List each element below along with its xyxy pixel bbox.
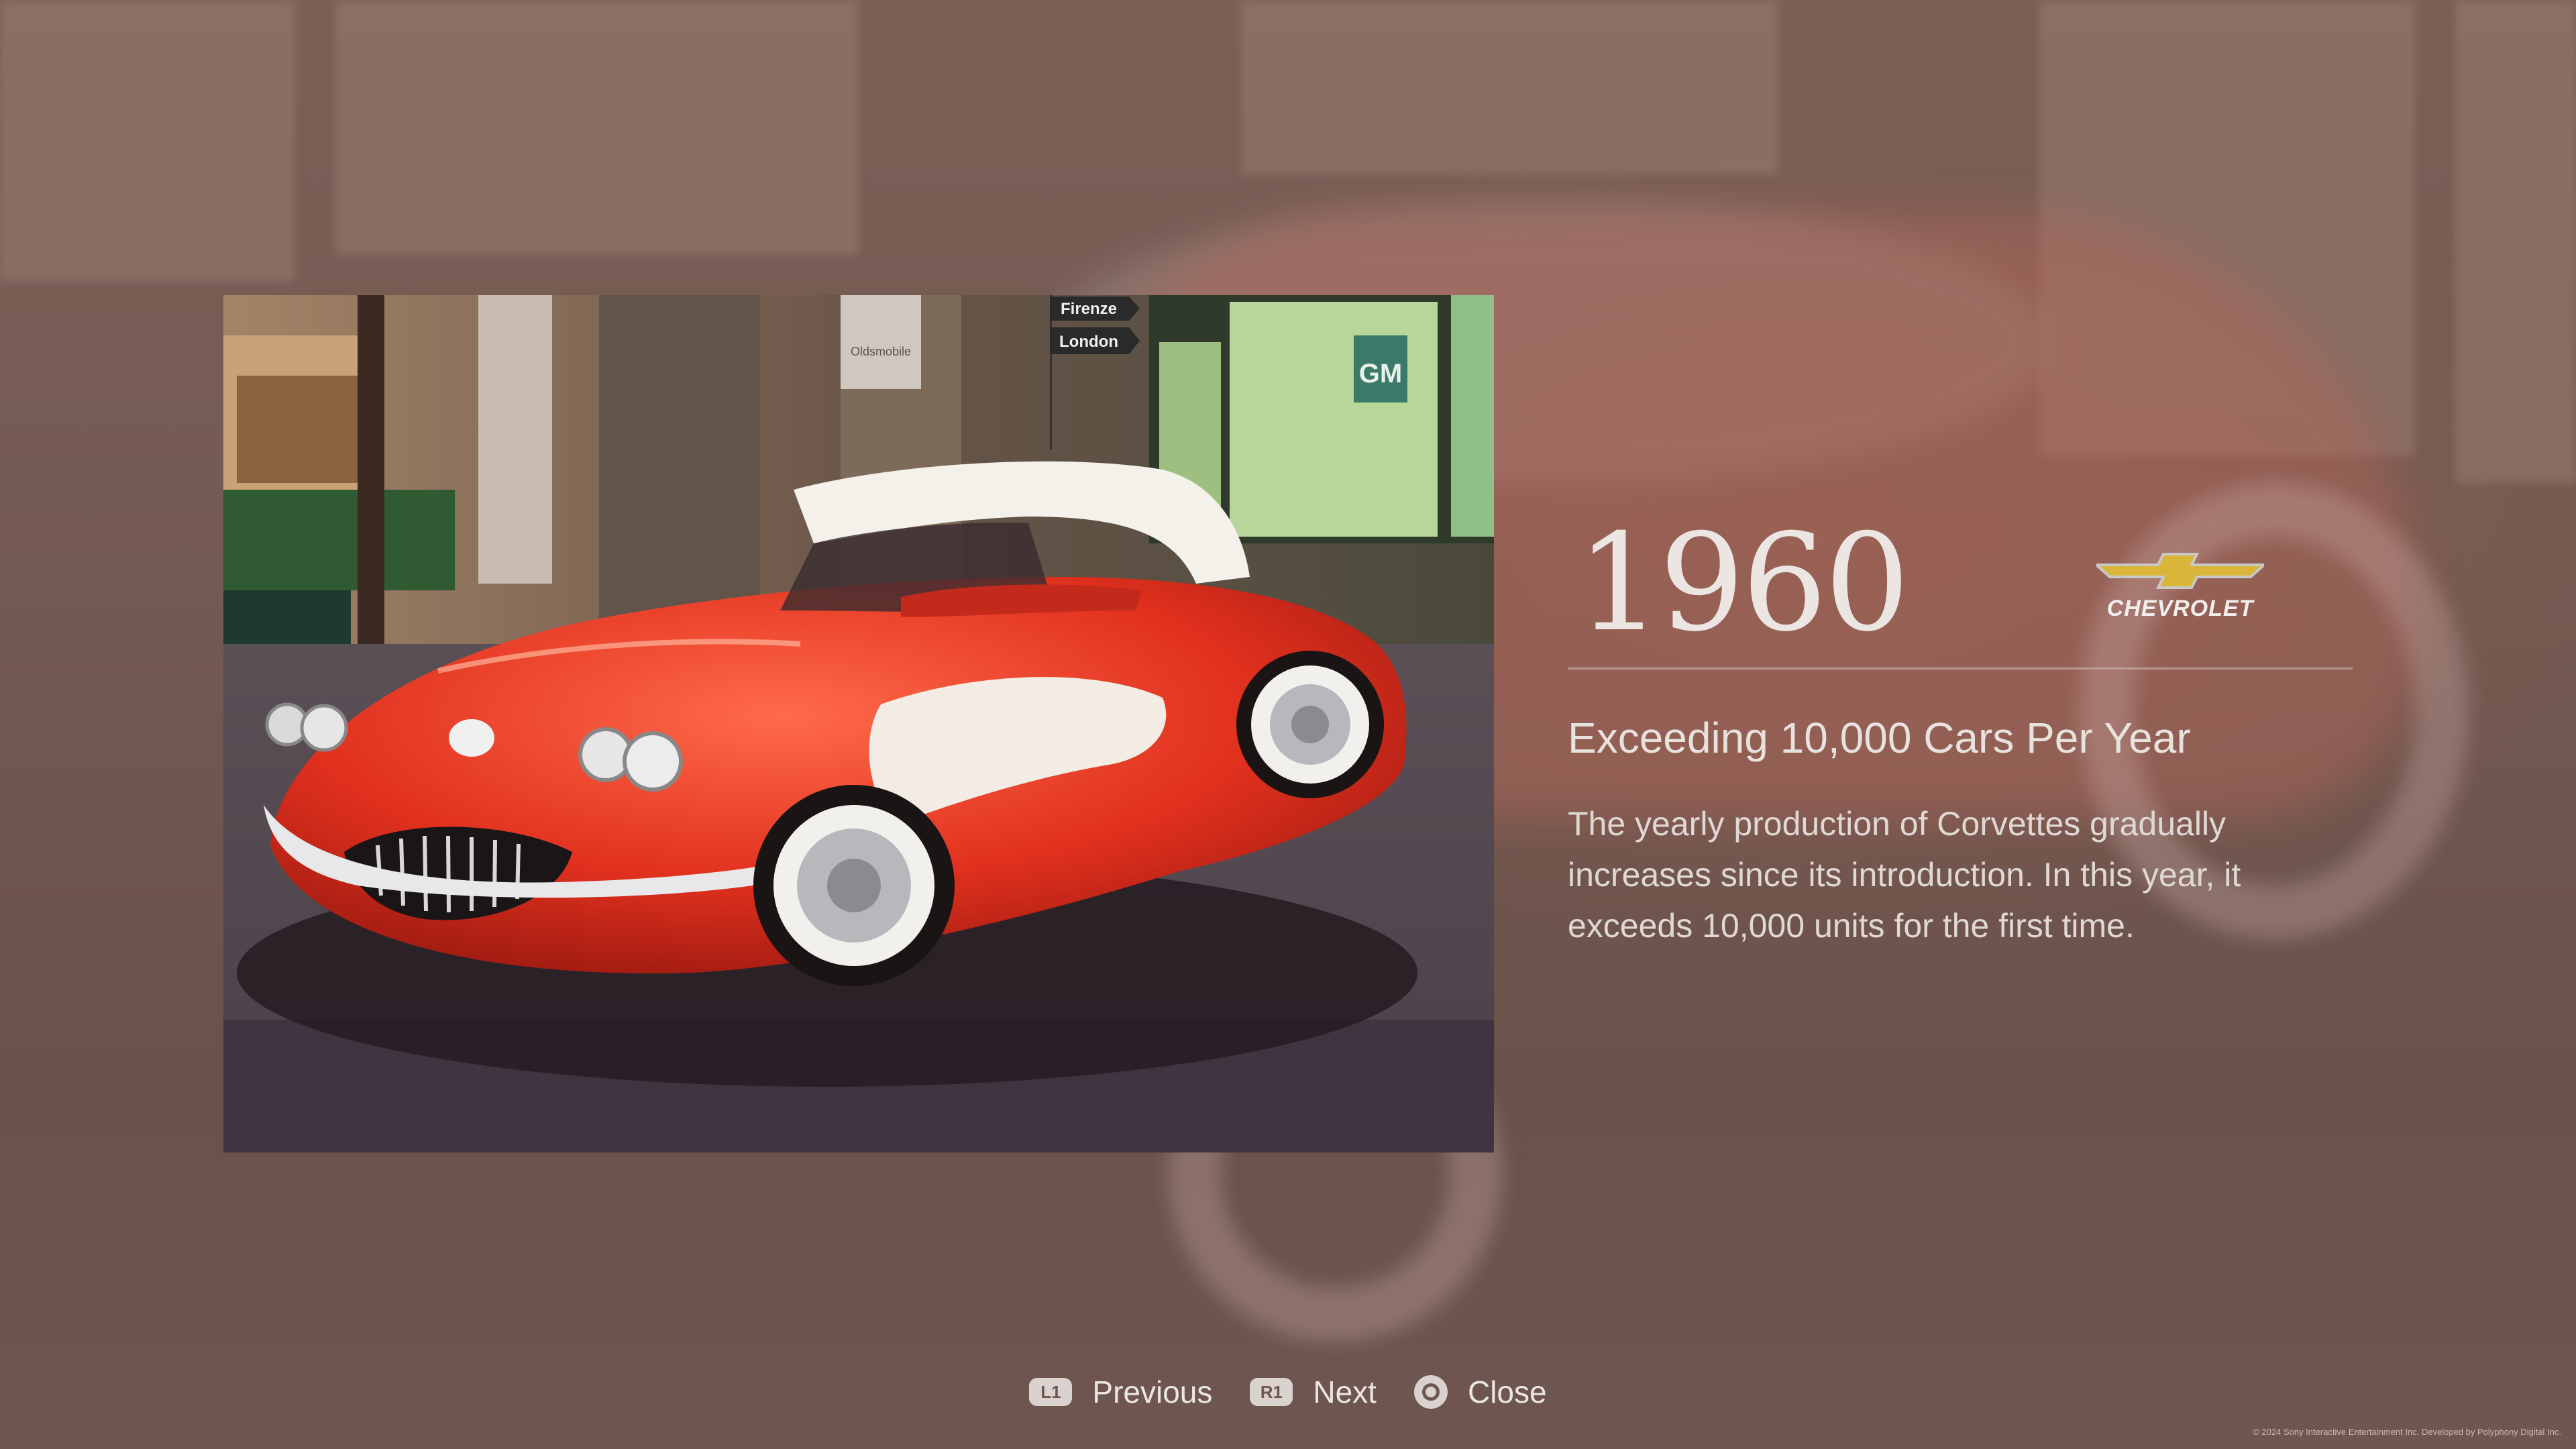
- chevrolet-bowtie-icon: [2096, 553, 2264, 589]
- l1-key-icon: L1: [1029, 1378, 1073, 1406]
- brand-logo: CHEVROLET: [2096, 550, 2264, 622]
- entry-description: The yearly production of Corvettes gradu…: [1568, 805, 2241, 945]
- divider: [1568, 667, 2353, 669]
- next-label: Next: [1313, 1375, 1377, 1409]
- circle-button-icon: [1413, 1375, 1448, 1409]
- previous-button[interactable]: L1 Previous: [1029, 1374, 1212, 1410]
- next-button[interactable]: R1 Next: [1250, 1374, 1377, 1410]
- direction-sign-london: London: [1059, 333, 1118, 351]
- brand-name: CHEVROLET: [2106, 596, 2254, 621]
- gm-banner: GM: [1359, 359, 1402, 388]
- close-label: Close: [1467, 1375, 1547, 1409]
- copyright-text: © 2024 Sony Interactive Entertainment In…: [2253, 1427, 2561, 1437]
- building-sign: Oldsmobile: [851, 345, 911, 358]
- entry-headline: Exceeding 10,000 Cars Per Year: [1568, 714, 2191, 762]
- year-title: 1960: [1576, 505, 1910, 661]
- close-button[interactable]: Close: [1413, 1374, 1547, 1410]
- car-photo: Oldsmobile Firenze London GM: [223, 295, 1494, 1152]
- r1-key-icon: R1: [1250, 1378, 1293, 1406]
- navigation-controls: L1 Previous R1 Next Close: [0, 1368, 2576, 1415]
- direction-sign-firenze: Firenze: [1061, 300, 1117, 318]
- previous-label: Previous: [1092, 1375, 1213, 1409]
